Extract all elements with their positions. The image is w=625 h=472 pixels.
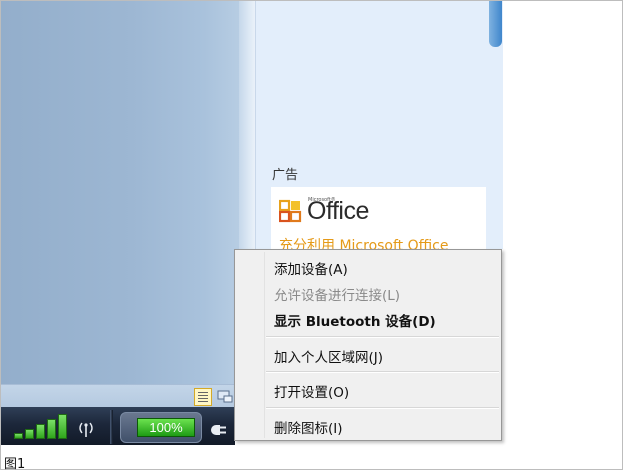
bluetooth-context-menu: 添加设备(A) 允许设备进行连接(L) 显示 Bluetooth 设备(D) 加… (234, 249, 502, 441)
office-logo-icon (279, 199, 302, 223)
menu-item-remove-icon[interactable]: 删除图标(I) (274, 417, 343, 437)
menu-item-open-settings[interactable]: 打开设置(O) (274, 381, 349, 401)
battery-fill: 100% (137, 418, 195, 437)
menu-item-show-devices[interactable]: 显示 Bluetooth 设备(D) (274, 310, 436, 330)
taskbar-separator (110, 410, 113, 444)
wireless-antenna-icon[interactable] (77, 420, 95, 438)
menu-separator (266, 407, 499, 409)
screen-tray-icon[interactable] (217, 389, 233, 405)
office-ad[interactable]: Microsoft® Office 充分利用 Microsoft Office (271, 187, 486, 249)
battery-indicator[interactable]: 100% (120, 412, 202, 443)
panel-scroll-tab[interactable] (489, 1, 502, 47)
figure-caption: 图1 (4, 457, 26, 472)
office-tagline[interactable]: 充分利用 Microsoft Office (279, 235, 448, 249)
power-plug-icon[interactable] (206, 423, 228, 437)
menu-icon-gutter (264, 252, 265, 438)
menu-separator (266, 371, 499, 373)
menu-item-join-pan[interactable]: 加入个人区域网(J) (274, 346, 383, 366)
desktop-background (1, 1, 240, 384)
menu-item-add-device[interactable]: 添加设备(A) (274, 258, 348, 278)
ad-label: 广告 (272, 168, 299, 183)
battery-percent: 100% (149, 420, 183, 435)
menu-item-allow-connect[interactable]: 允许设备进行连接(L) (274, 284, 400, 304)
signal-strength-icon[interactable] (14, 413, 74, 439)
office-brand: Office (307, 197, 369, 225)
menu-separator (266, 336, 499, 338)
notes-tray-icon[interactable] (194, 388, 212, 406)
